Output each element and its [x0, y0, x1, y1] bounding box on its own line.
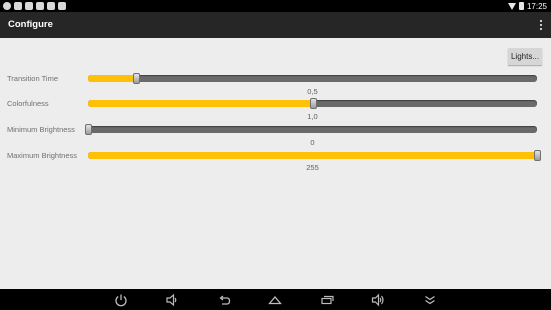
- battery-icon: [518, 2, 524, 10]
- status-bar: 17:25: [0, 0, 551, 12]
- minimum-brightness-label: Minimum Brightness: [7, 125, 75, 134]
- page-title: Configure: [8, 19, 53, 30]
- more-vert-icon[interactable]: [537, 17, 545, 33]
- photo-icon: [14, 2, 22, 10]
- download-icon: [25, 2, 33, 10]
- maximum-brightness-label: Maximum Brightness: [7, 151, 78, 160]
- colorfulness-slider[interactable]: [88, 98, 537, 109]
- home-icon[interactable]: [265, 290, 285, 309]
- transition-time-slider[interactable]: [88, 73, 537, 84]
- transition-time-thumb[interactable]: [133, 73, 141, 84]
- transition-time-fill: [88, 75, 137, 82]
- maximum-brightness-thumb[interactable]: [534, 150, 541, 161]
- minimum-brightness-value: 0: [310, 138, 315, 147]
- maximum-brightness-value: 255: [306, 163, 319, 172]
- back-icon[interactable]: [214, 290, 234, 309]
- transition-time-label: Transition Time: [7, 74, 58, 83]
- navigation-bar: [0, 289, 551, 310]
- volume-up-icon[interactable]: [368, 290, 388, 309]
- minimum-brightness-slider[interactable]: [85, 124, 537, 135]
- maximum-brightness-fill: [88, 152, 537, 159]
- status-clock: 17:25: [526, 1, 547, 11]
- transition-time-value: 0,5: [307, 87, 318, 96]
- volume-down-icon[interactable]: [162, 290, 182, 309]
- recents-icon[interactable]: [317, 290, 337, 309]
- minimum-brightness-thumb[interactable]: [85, 124, 92, 135]
- colorfulness-label: Colorfulness: [7, 99, 49, 108]
- colorfulness-fill: [88, 100, 313, 107]
- colorfulness-value: 1,0: [307, 112, 318, 121]
- power-icon[interactable]: [111, 290, 131, 309]
- lights-button[interactable]: Lights...: [508, 48, 542, 65]
- colorfulness-thumb[interactable]: [309, 98, 317, 109]
- keyboard-icon: [47, 2, 55, 10]
- maximum-brightness-slider[interactable]: [88, 150, 541, 161]
- wifi-icon: [507, 2, 516, 10]
- collapse-icon[interactable]: [420, 290, 440, 309]
- usb-icon: [36, 2, 44, 10]
- action-bar: Configure: [0, 12, 551, 38]
- mail-icon: [58, 2, 66, 10]
- android-icon: [3, 2, 11, 10]
